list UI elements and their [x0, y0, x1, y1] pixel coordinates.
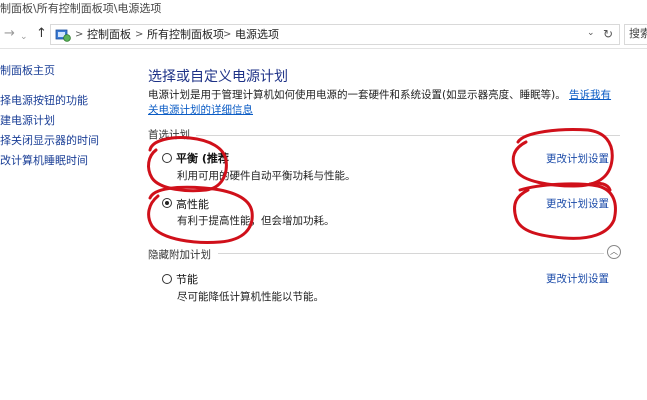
plan-desc-power-saver: 尽可能降低计算机性能以节能。 — [177, 291, 324, 303]
breadcrumb-separator: > — [135, 29, 144, 40]
address-dropdown-icon[interactable]: ⌄ — [587, 28, 595, 38]
section-divider — [218, 253, 604, 254]
breadcrumb-separator: > — [223, 29, 232, 40]
address-bar-row: → ⌄ ↑ > 控制面板 > 所有控制面板项 > 电源选项 ⌄ ↻ 搜索 — [0, 22, 647, 49]
search-input[interactable]: 搜索 — [624, 24, 647, 45]
plan-name-balanced: 平衡 (推荐 — [176, 152, 229, 165]
sidebar-item-display-off[interactable]: 择关闭显示器的时间 — [0, 132, 99, 148]
window-title-path: 制面板\所有控制面板项\电源选项 — [0, 0, 647, 22]
sidebar-item-create-plan[interactable]: 建电源计划 — [0, 112, 55, 128]
change-plan-settings-power-saver[interactable]: 更改计划设置 — [546, 271, 609, 286]
page-description: 电源计划是用于管理计算机如何使用电源的一套硬件和系统设置(如显示器亮度、睡眠等)… — [148, 88, 618, 118]
section-divider — [196, 135, 620, 136]
breadcrumb-control-panel[interactable]: 控制面板 — [87, 27, 131, 42]
plan-desc-high-performance: 有利于提高性能，但会增加功耗。 — [177, 215, 335, 227]
address-box[interactable]: > 控制面板 > 所有控制面板项 > 电源选项 ⌄ ↻ — [50, 24, 620, 45]
radio-power-saver[interactable] — [162, 274, 172, 284]
breadcrumb-all-items[interactable]: 所有控制面板项 — [147, 27, 224, 42]
plan-name-power-saver: 节能 — [176, 273, 198, 286]
radio-balanced[interactable] — [162, 153, 172, 163]
radio-high-performance[interactable] — [162, 198, 172, 208]
control-panel-icon — [55, 29, 71, 42]
collapse-chevron-icon[interactable]: ︿ — [607, 245, 621, 259]
annotation-loop-bottom — [513, 182, 617, 240]
plan-name-high-performance: 高性能 — [176, 198, 209, 211]
sidebar-item-sleep[interactable]: 改计算机睡眠时间 — [0, 152, 88, 168]
up-arrow-icon[interactable]: ↑ — [36, 25, 47, 43]
preferred-plans-label: 首选计划 — [148, 129, 190, 141]
plan-desc-balanced: 利用可用的硬件自动平衡功耗与性能。 — [177, 170, 356, 182]
forward-chevron-icon[interactable]: ⌄ — [20, 28, 28, 46]
refresh-icon[interactable]: ↻ — [603, 27, 613, 41]
change-plan-settings-high-performance[interactable]: 更改计划设置 — [546, 196, 609, 211]
change-plan-settings-balanced[interactable]: 更改计划设置 — [546, 151, 609, 166]
breadcrumb-separator: > — [75, 29, 84, 40]
annotation-connector — [588, 181, 612, 192]
breadcrumb-power-options[interactable]: 电源选项 — [235, 27, 279, 42]
page-title: 选择或自定义电源计划 — [148, 69, 288, 85]
description-text: 电源计划是用于管理计算机如何使用电源的一套硬件和系统设置(如显示器亮度、睡眠等)… — [148, 89, 566, 101]
back-arrow-icon[interactable]: → — [4, 25, 15, 43]
sidebar-item-power-button[interactable]: 择电源按钮的功能 — [0, 92, 88, 108]
sidebar-item-home[interactable]: 制面板主页 — [0, 62, 55, 78]
hidden-plans-label: 隐藏附加计划 — [148, 249, 211, 261]
